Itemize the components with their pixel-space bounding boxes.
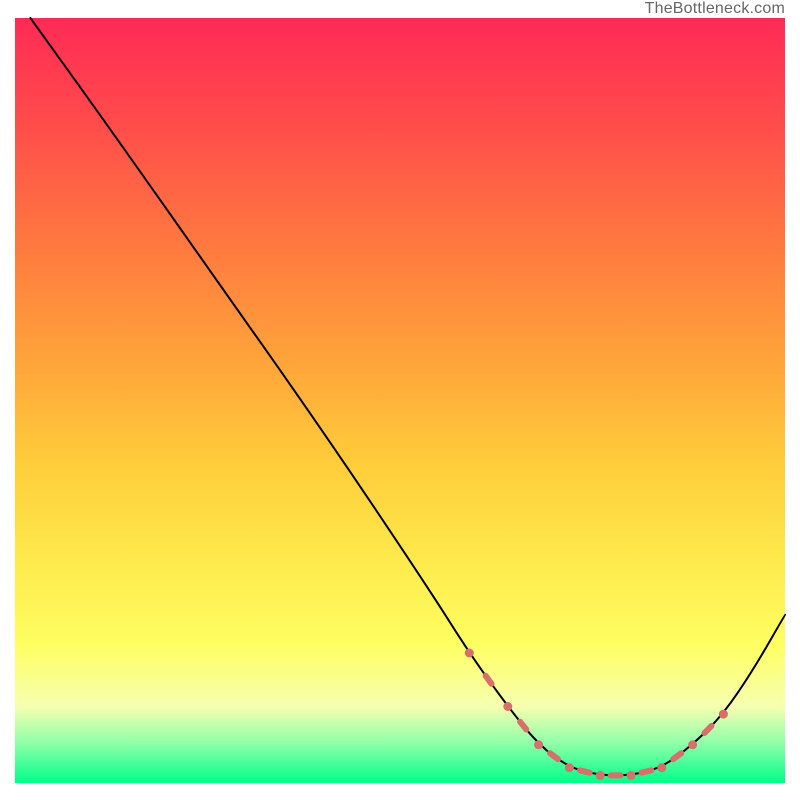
chart-container: TheBottleneck.com [0, 0, 800, 800]
watermark-label: TheBottleneck.com [645, 0, 785, 18]
gradient-plot-background [15, 18, 785, 783]
